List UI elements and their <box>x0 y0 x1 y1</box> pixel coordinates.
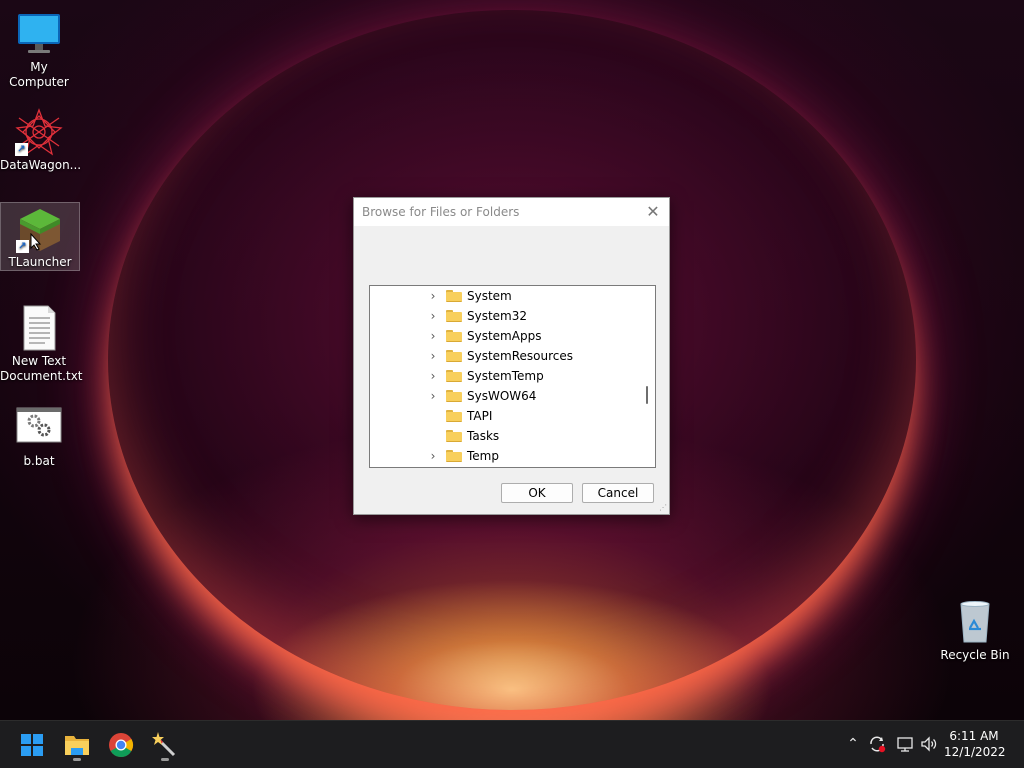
chevron-right-icon[interactable]: › <box>427 389 439 403</box>
file-explorer-icon <box>65 736 89 755</box>
running-indicator <box>161 758 169 761</box>
chrome-icon <box>109 733 134 758</box>
running-indicator <box>73 758 81 761</box>
magic-wand-app-icon <box>152 732 176 757</box>
folder-icon <box>446 290 462 302</box>
desktop-icon-label: My Computer <box>9 60 69 89</box>
desktop-icon-label: New Text Document.txt <box>0 354 83 383</box>
shortcut-arrow-icon: ↗ <box>15 143 28 156</box>
ok-button[interactable]: OK <box>501 483 573 503</box>
scrollbar-thumb[interactable] <box>646 386 648 404</box>
desktop-icon-datawagon[interactable]: ↗ DataWagon... <box>0 106 82 173</box>
desktop-icon-new-text-document[interactable]: New Text Document.txt <box>0 302 83 384</box>
tree-item-label: System <box>467 289 512 303</box>
tree-item-label: Tasks <box>467 429 500 443</box>
taskbar-magic-wand-app[interactable] <box>147 728 183 762</box>
desktop-icon-label: TLauncher <box>8 255 72 269</box>
folder-icon <box>446 410 462 422</box>
chevron-up-icon[interactable]: ⌃ <box>844 735 862 753</box>
folder-tree[interactable]: › System › System32 › SystemApps › Syste… <box>369 285 656 468</box>
folder-icon <box>446 370 462 382</box>
chevron-right-icon[interactable]: › <box>427 309 439 323</box>
taskbar-chrome[interactable] <box>103 728 139 762</box>
clock-date: 12/1/2022 <box>944 745 1006 759</box>
folder-icon <box>446 310 462 322</box>
tree-item-systemapps[interactable]: › SystemApps <box>370 326 640 346</box>
clock-time: 6:11 AM <box>949 729 999 743</box>
taskbar-file-explorer[interactable] <box>59 728 95 762</box>
monitor-icon <box>15 10 63 58</box>
network-icon[interactable] <box>896 735 914 753</box>
tree-item-temp[interactable]: › Temp <box>370 446 640 466</box>
shortcut-arrow-icon: ↗ <box>16 240 29 253</box>
tree-item-systemresources[interactable]: › SystemResources <box>370 346 640 366</box>
sync-alert-icon[interactable] <box>868 735 886 753</box>
windows-start-icon <box>21 734 43 756</box>
close-icon[interactable]: ✕ <box>643 202 663 222</box>
datawagon-star-icon: ↗ <box>15 108 63 156</box>
chevron-right-icon[interactable]: › <box>427 449 439 463</box>
recycle-bin-icon <box>951 598 999 646</box>
tree-item-syswow64[interactable]: › SysWOW64 <box>370 386 640 406</box>
batch-file-gear-icon <box>15 404 63 452</box>
start-button[interactable] <box>14 728 50 762</box>
desktop-icon-label: DataWagon... <box>0 158 82 172</box>
taskbar: ⌃ 6:11 AM 12/1/2022 <box>0 720 1024 768</box>
dialog-title: Browse for Files or Folders <box>362 205 520 219</box>
folder-icon <box>446 350 462 362</box>
desktop-icon-label: b.bat <box>23 454 55 468</box>
cancel-button[interactable]: Cancel <box>582 483 654 503</box>
tree-item-systemtemp[interactable]: › SystemTemp <box>370 366 640 386</box>
tree-item-label: SysWOW64 <box>467 389 537 403</box>
resize-grip-icon[interactable]: ⋰ <box>659 504 667 512</box>
folder-icon <box>446 430 462 442</box>
desktop-icon-my-computer[interactable]: My Computer <box>0 8 78 90</box>
tree-item-label: System32 <box>467 309 528 323</box>
chevron-right-icon[interactable]: › <box>427 349 439 363</box>
tree-item-label: TAPI <box>467 409 493 423</box>
volume-icon[interactable] <box>920 735 938 753</box>
tree-item-label: SystemTemp <box>467 369 544 383</box>
tree-item-tasks[interactable]: Tasks <box>370 426 640 446</box>
desktop-icon-tlauncher[interactable]: ↗ TLauncher <box>0 202 80 271</box>
tree-item-system32[interactable]: › System32 <box>370 306 640 326</box>
desktop-icon-b-bat[interactable]: b.bat <box>0 402 78 469</box>
tree-scrollbar[interactable] <box>638 286 655 467</box>
desktop-icon-recycle-bin[interactable]: Recycle Bin <box>936 596 1014 663</box>
chevron-right-icon[interactable]: › <box>427 369 439 383</box>
folder-icon <box>446 390 462 402</box>
folder-icon <box>446 450 462 462</box>
chevron-right-icon[interactable]: › <box>427 329 439 343</box>
chevron-right-icon[interactable]: › <box>427 289 439 303</box>
tree-item-label: Temp <box>467 449 499 463</box>
text-file-icon <box>15 304 63 352</box>
tree-item-label: SystemApps <box>467 329 542 343</box>
browse-dialog: Browse for Files or Folders ✕ › System ›… <box>353 197 670 515</box>
desktop-icon-label: Recycle Bin <box>940 648 1010 662</box>
tree-item-tapi[interactable]: TAPI <box>370 406 640 426</box>
dialog-titlebar[interactable]: Browse for Files or Folders ✕ <box>354 198 669 226</box>
minecraft-grass-block-icon: ↗ <box>16 205 64 253</box>
taskbar-clock[interactable]: 6:11 AM 12/1/2022 <box>944 728 1006 760</box>
tree-item-system[interactable]: › System <box>370 286 640 306</box>
folder-icon <box>446 330 462 342</box>
tree-item-label: SystemResources <box>467 349 574 363</box>
mouse-cursor-icon <box>30 233 42 251</box>
